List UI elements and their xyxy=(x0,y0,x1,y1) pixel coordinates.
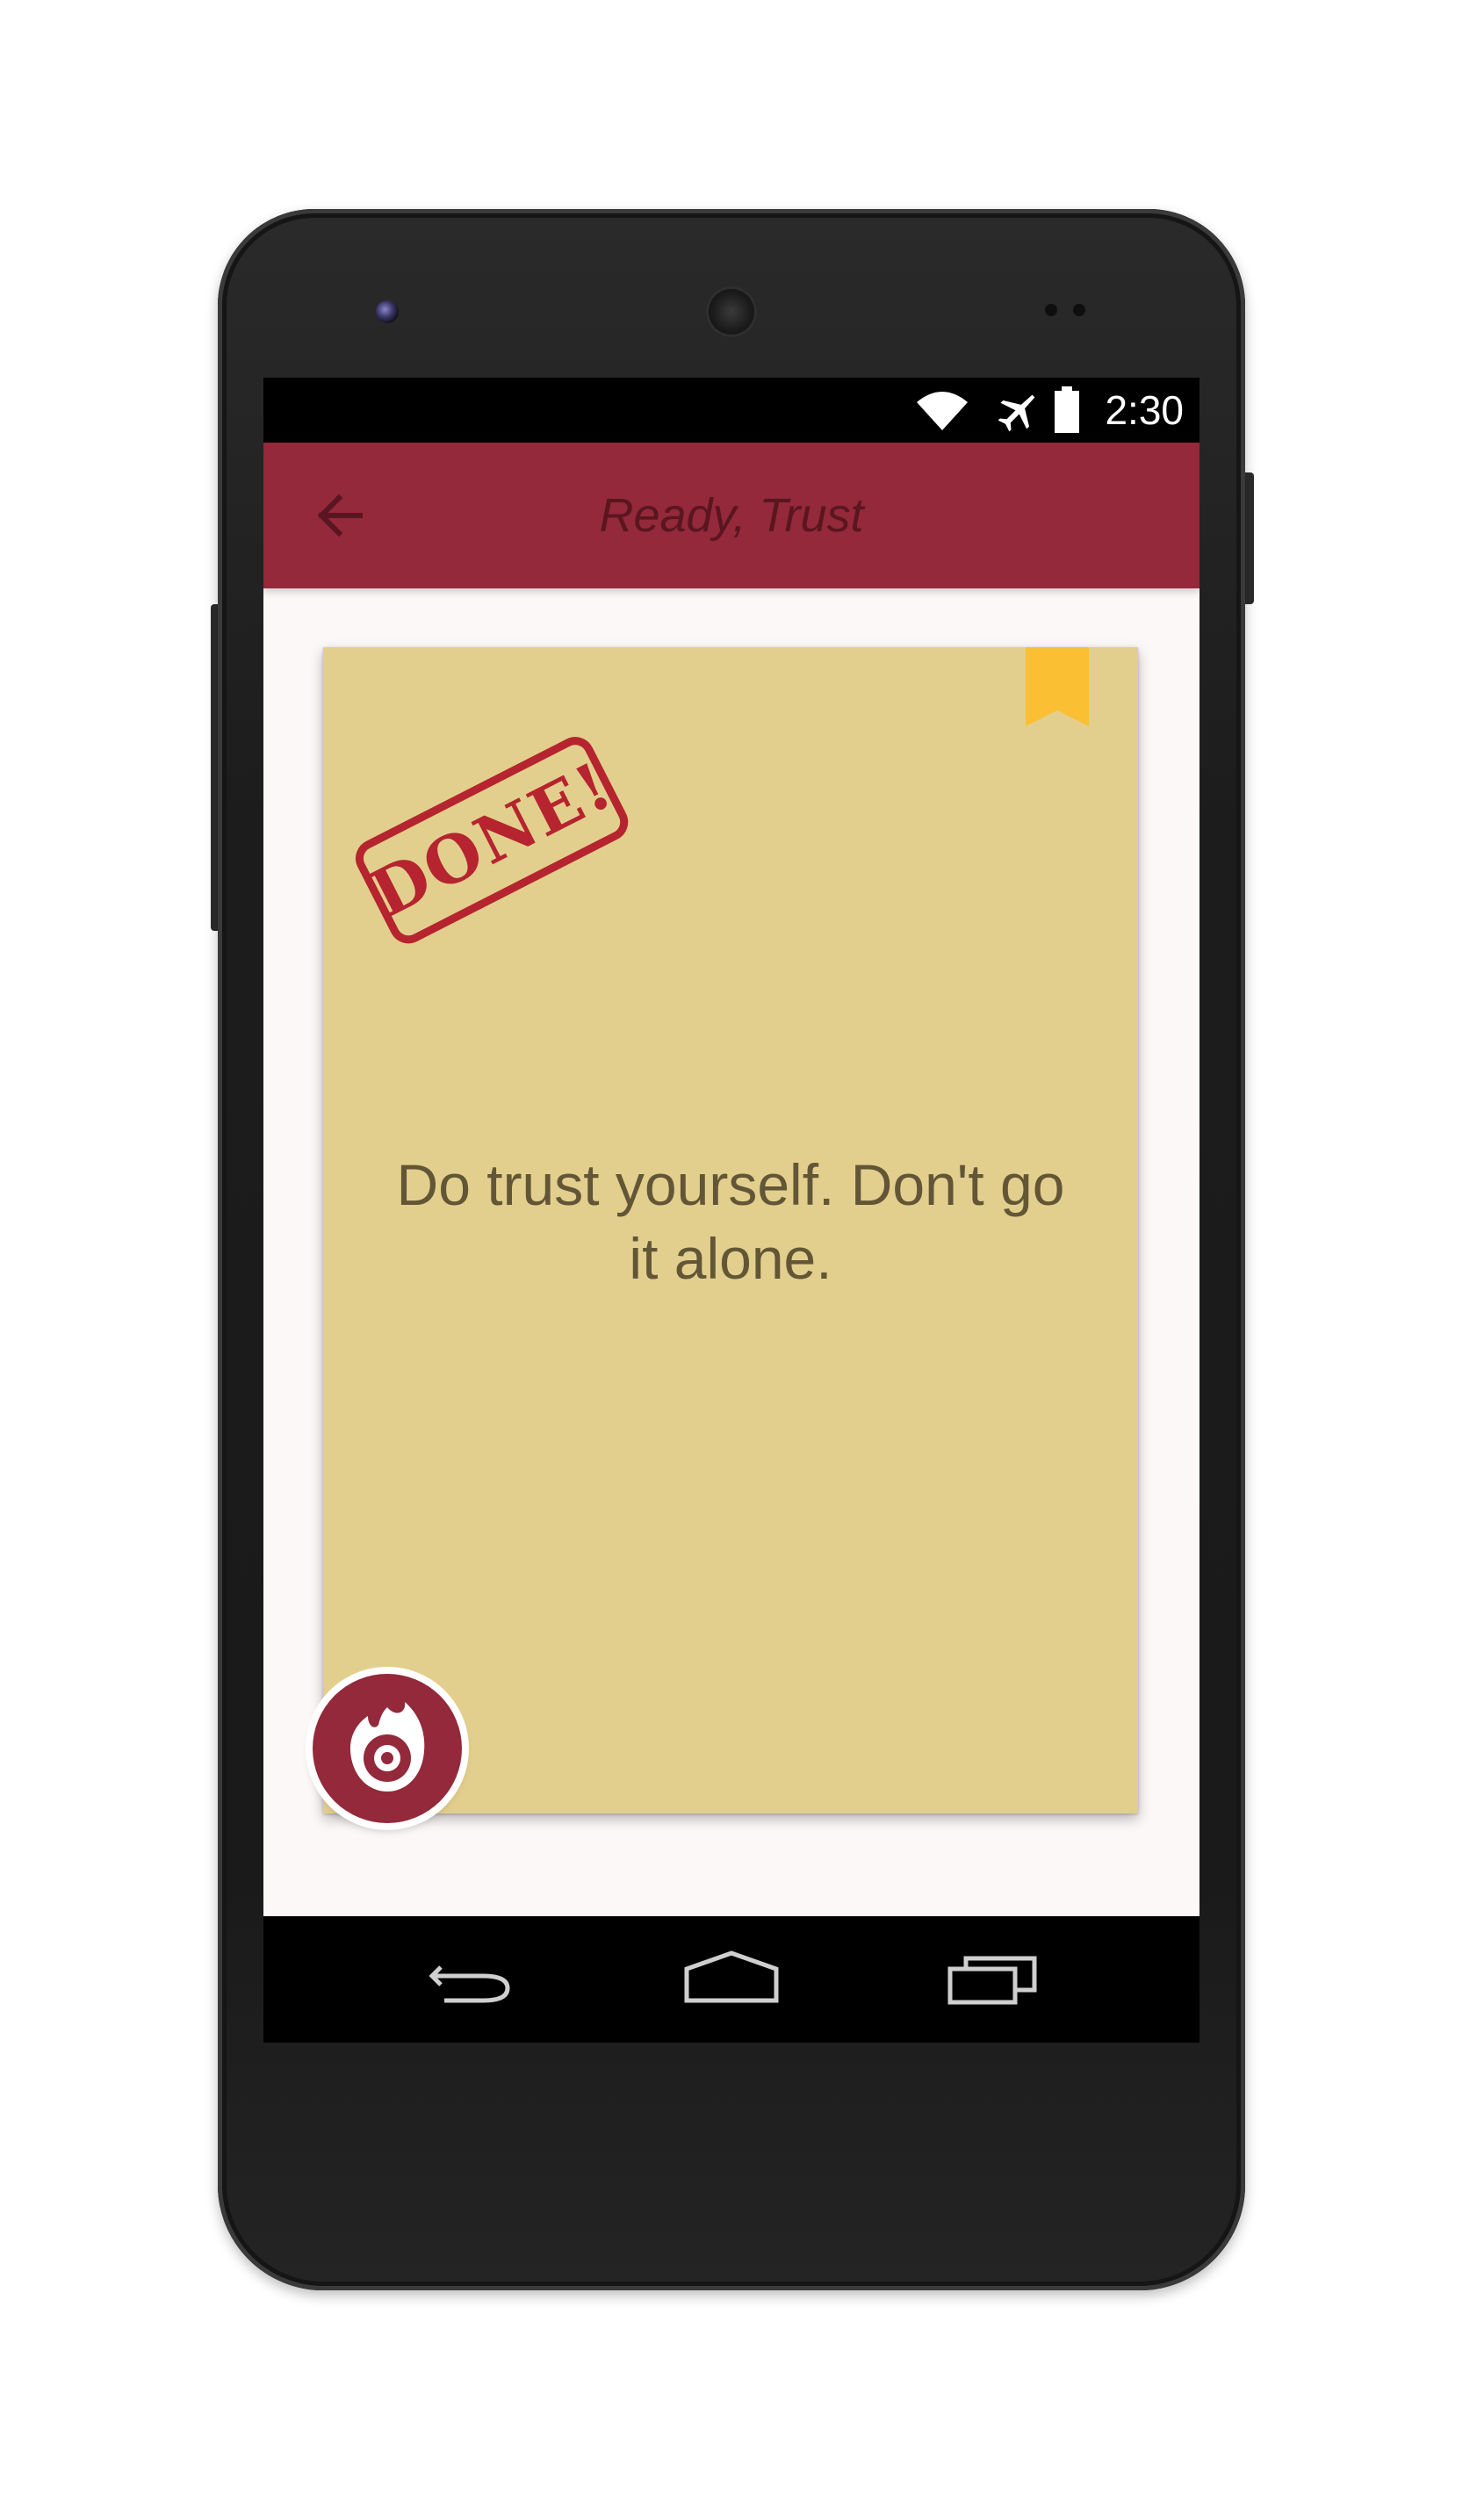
light-sensor xyxy=(1073,304,1085,316)
status-bar: 2:30 xyxy=(263,378,1199,443)
flame-target-button[interactable] xyxy=(313,1674,462,1823)
status-time: 2:30 xyxy=(1105,387,1184,433)
navigation-bar xyxy=(263,1916,1199,2043)
page-title: Ready, Trust xyxy=(599,489,864,542)
done-stamp-border: DONE! xyxy=(349,730,635,950)
wifi-icon xyxy=(915,388,969,436)
done-stamp: DONE! xyxy=(349,723,659,968)
airplane-mode-icon xyxy=(996,388,1041,438)
quote-card[interactable]: DONE! Do trust yourself. Don't go it alo… xyxy=(323,647,1138,1813)
flame-target-icon xyxy=(349,1702,425,1792)
app-bar: Ready, Trust xyxy=(263,443,1199,588)
arrow-left-icon[interactable] xyxy=(309,485,371,546)
card-message: Do trust yourself. Don't go it alone. xyxy=(396,1152,1065,1291)
battery-icon xyxy=(1054,386,1080,438)
proximity-sensor xyxy=(1045,304,1057,316)
home-nav-icon[interactable] xyxy=(683,1948,780,2009)
earpiece-speaker xyxy=(706,286,757,337)
recents-nav-icon[interactable] xyxy=(945,1948,1041,2009)
back-nav-icon[interactable] xyxy=(421,1948,518,2009)
screen: 2:30 Ready, Trust DONE! Do trust yoursel… xyxy=(263,378,1199,2043)
front-camera xyxy=(376,300,399,323)
done-stamp-text: DONE! xyxy=(359,747,625,934)
bookmark-icon[interactable] xyxy=(1026,647,1089,726)
